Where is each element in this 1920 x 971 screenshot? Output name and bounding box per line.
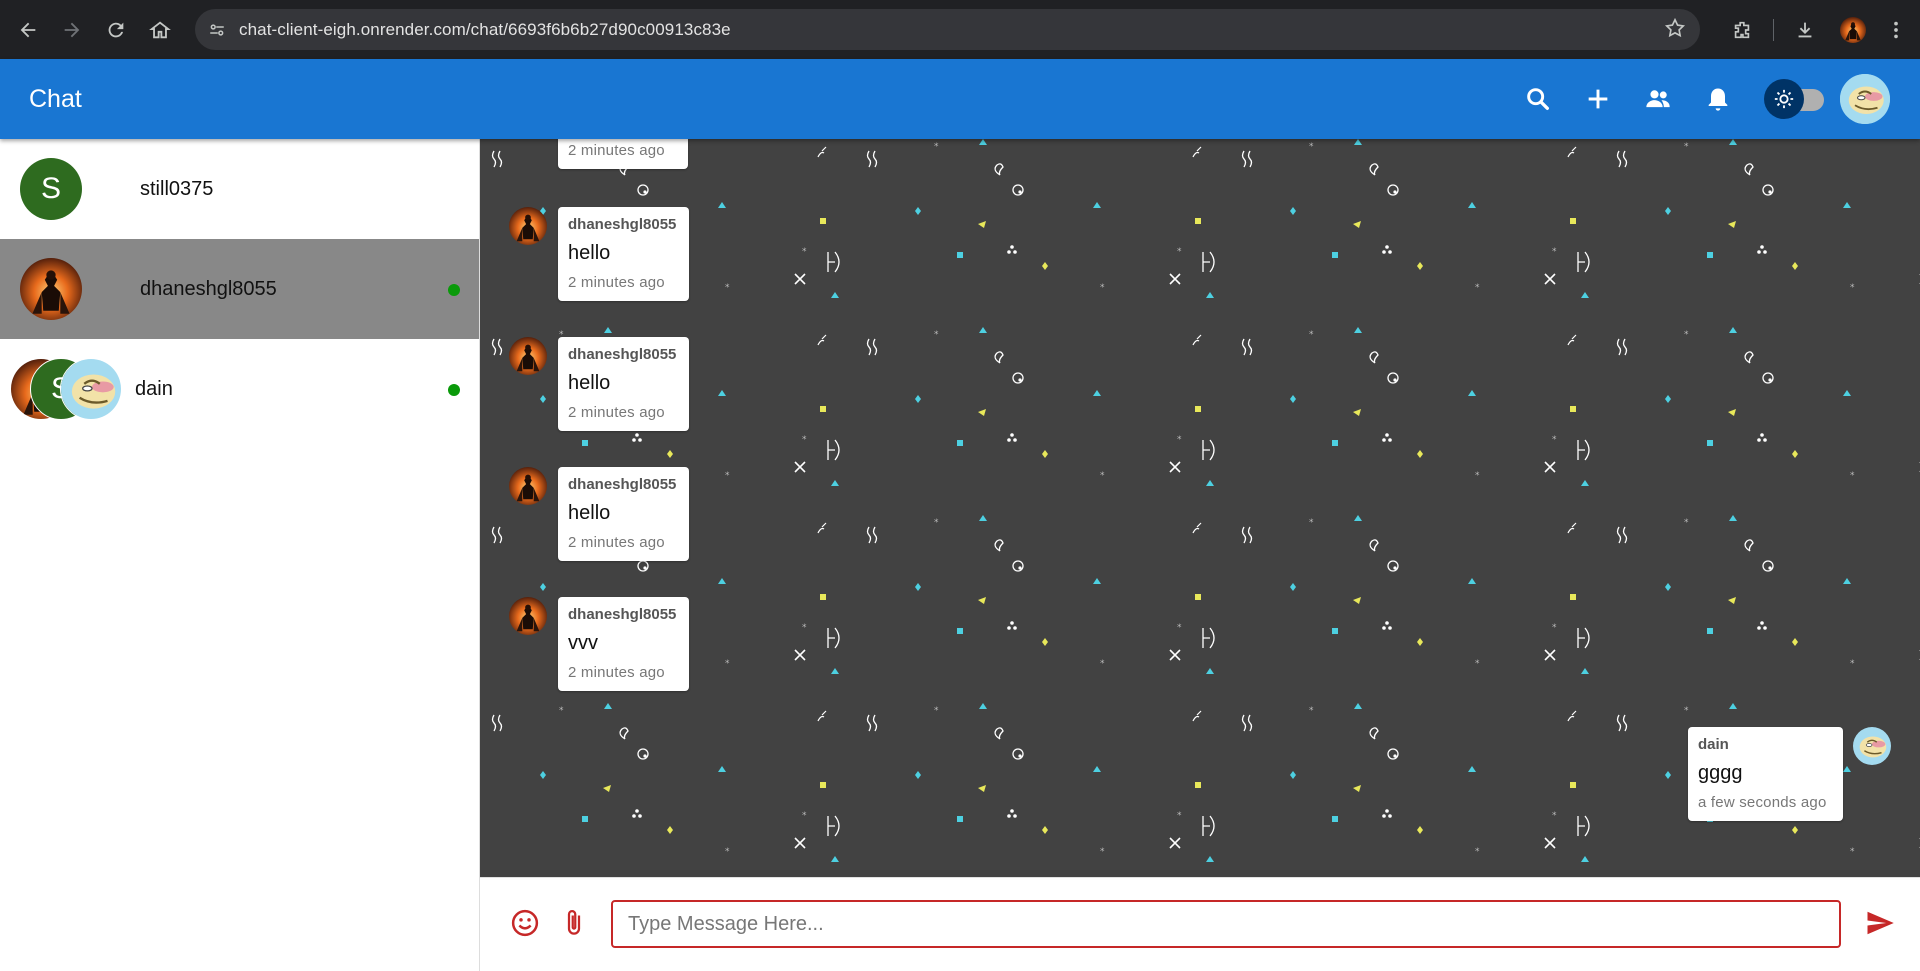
message-bubble-row: dhaneshgl8055 hello 2 minutes ago [509,467,689,561]
message-bubble: dain gggg a few seconds ago [1688,727,1843,821]
message-bubble-row: dhaneshgl8055 vvv 2 minutes ago [509,597,689,691]
message-time: 2 minutes ago [568,664,665,681]
online-indicator [448,384,460,396]
theme-toggle[interactable] [1764,79,1828,119]
online-indicator [448,284,460,296]
message-bubble-row-own: dain gggg a few seconds ago [1688,727,1891,821]
send-icon[interactable] [1863,906,1897,940]
message-text: hello [568,502,611,524]
more-menu-icon[interactable] [1878,8,1914,52]
chat-item-dain[interactable]: S dain [0,339,479,439]
message-avatar [509,207,547,245]
message-sender: dhaneshgl8055 [568,606,677,623]
forward-icon[interactable] [50,8,94,52]
message-input[interactable] [611,900,1841,948]
chat-item-name: dain [135,377,173,400]
message-bubble: dhaneshgl8055 vvv 2 minutes ago [558,597,689,691]
emoji-icon[interactable] [508,906,542,940]
avatar: S [20,158,82,220]
chat-item-still0375[interactable]: S still0375 [0,139,479,239]
chat-item-name: dhaneshgl8055 [140,277,277,300]
message-sender: dhaneshgl8055 [568,216,677,233]
message-time: 2 minutes ago [568,142,665,159]
chat-item-dhaneshgl8055[interactable]: dhaneshgl8055 [0,239,479,339]
message-bubble: dhaneshgl8055 hello 2 minutes ago [558,207,689,301]
site-info-icon[interactable] [199,12,235,48]
extensions-icon[interactable] [1719,8,1765,52]
message-avatar [509,337,547,375]
reload-icon[interactable] [94,8,138,52]
message-time: 2 minutes ago [568,404,665,421]
message-area[interactable]: * * * 2 min [480,139,1920,877]
add-icon[interactable] [1568,69,1628,129]
app-header: Chat [0,59,1920,139]
message-time: a few seconds ago [1698,794,1827,811]
message-bubble: dhaneshgl8055 hello 2 minutes ago [558,467,689,561]
message-bubble-row: 2 minutes ago [558,139,688,169]
group-icon[interactable] [1628,69,1688,129]
message-avatar [509,467,547,505]
toolbar-divider [1773,18,1774,41]
address-bar[interactable]: chat-client-eigh.onrender.com/chat/6693f… [195,9,1700,50]
download-icon[interactable] [1782,8,1828,52]
bookmark-star-icon[interactable] [1664,17,1686,44]
url-text[interactable]: chat-client-eigh.onrender.com/chat/6693f… [239,20,731,40]
attach-icon[interactable] [557,906,591,940]
chat-list-sidebar: S still0375 dhaneshgl8055 S dain [0,139,480,971]
message-sender: dain [1698,736,1729,753]
message-avatar [509,597,547,635]
message-time: 2 minutes ago [568,534,665,551]
message-bubble: dhaneshgl8055 hello 2 minutes ago [558,337,689,431]
search-icon[interactable] [1508,69,1568,129]
profile-avatar[interactable] [1840,17,1866,43]
browser-toolbar: chat-client-eigh.onrender.com/chat/6693f… [0,0,1920,59]
group-avatar-3 [60,358,122,420]
message-text: vvv [568,632,598,654]
message-text: gggg [1698,762,1743,784]
sun-icon [1764,79,1804,119]
avatar [20,258,82,320]
app-title: Chat [29,84,82,113]
home-icon[interactable] [138,8,182,52]
message-bubble-row: dhaneshgl8055 hello 2 minutes ago [509,207,689,301]
message-text: hello [568,242,611,264]
back-icon[interactable] [6,8,50,52]
message-sender: dhaneshgl8055 [568,476,677,493]
message-composer [480,877,1920,971]
message-bubble: 2 minutes ago [558,139,688,169]
message-sender: dhaneshgl8055 [568,346,677,363]
message-avatar [1853,727,1891,765]
message-time: 2 minutes ago [568,274,665,291]
message-bubble-row: dhaneshgl8055 hello 2 minutes ago [509,337,689,431]
message-text: hello [568,372,611,394]
bell-icon[interactable] [1688,69,1748,129]
user-avatar[interactable] [1840,74,1890,124]
chat-item-name: still0375 [140,177,214,200]
